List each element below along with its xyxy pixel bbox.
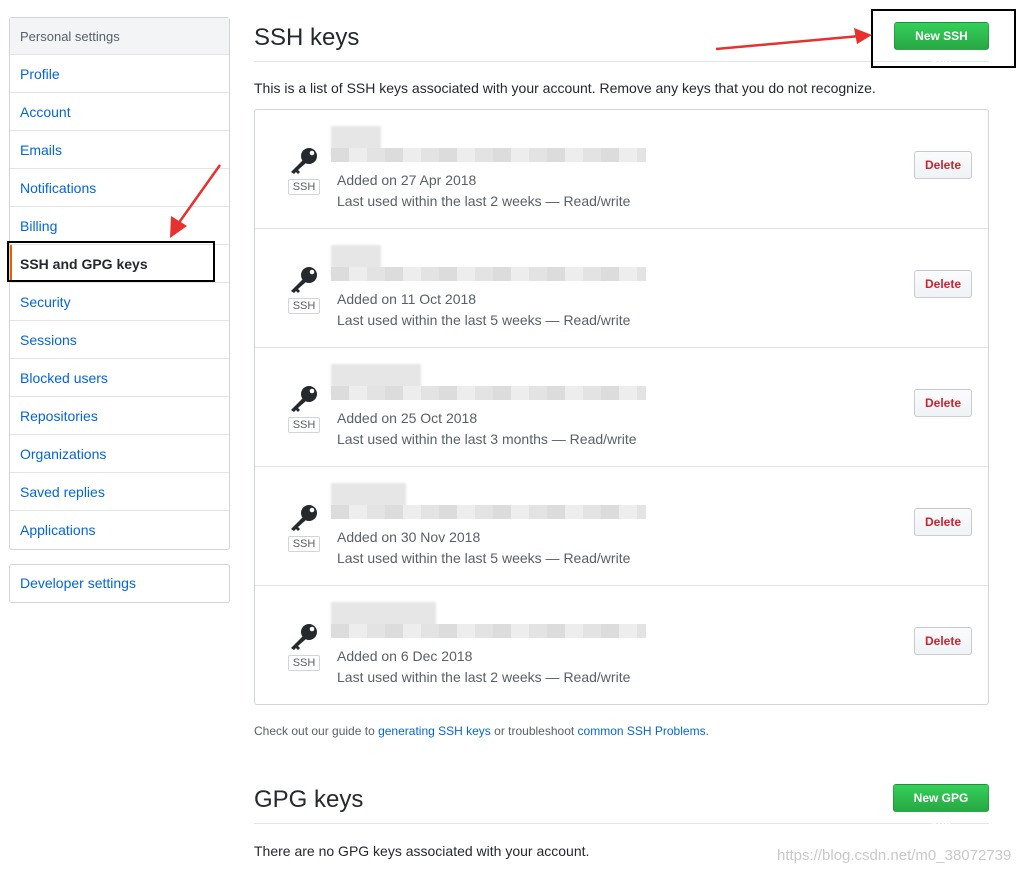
ssh-keys-title: SSH keys [254,24,360,51]
key-added-date: Added on 11 Oct 2018 [337,291,477,307]
sidebar-item-organizations[interactable]: Organizations [10,435,229,473]
ssh-key-row: SSH Added on 27 Apr 2018 Last used withi… [255,110,988,229]
key-added-date: Added on 30 Nov 2018 [337,529,481,545]
developer-settings-menu: Developer settings [9,564,230,603]
sidebar-heading: Personal settings [10,18,229,55]
key-last-used: Last used within the last 3 months — Rea… [337,431,637,447]
ssh-key-row: SSH Added on 6 Dec 2018 Last used within… [255,586,988,705]
redacted-key-fingerprint [331,245,651,289]
sidebar-item-account[interactable]: Account [10,93,229,131]
redacted-key-fingerprint [331,483,651,527]
redacted-key-fingerprint [331,364,651,408]
new-ssh-key-button[interactable]: New SSH key [894,22,989,69]
key-last-used: Last used within the last 2 weeks — Read… [337,193,631,209]
sidebar-item-notifications[interactable]: Notifications [10,169,229,207]
ssh-badge: SSH [288,298,320,314]
sidebar-item-security[interactable]: Security [10,283,229,321]
key-last-used: Last used within the last 5 weeks — Read… [337,550,631,566]
ssh-keys-header: SSH keys [254,14,989,62]
key-last-used: Last used within the last 2 weeks — Read… [337,669,631,685]
ssh-key-list: SSH Added on 27 Apr 2018 Last used withi… [254,109,989,705]
delete-key-button[interactable]: Delete [914,627,972,655]
ssh-keys-intro: This is a list of SSH keys associated wi… [254,80,876,96]
sidebar-item-repositories[interactable]: Repositories [10,397,229,435]
sidebar-item-profile[interactable]: Profile [10,55,229,93]
gpg-keys-header: GPG keys [254,776,989,824]
generating-ssh-keys-link[interactable]: generating SSH keys [378,724,491,738]
key-last-used: Last used within the last 5 weeks — Read… [337,312,631,328]
redacted-key-fingerprint [331,126,651,170]
sidebar-item-emails[interactable]: Emails [10,131,229,169]
delete-key-button[interactable]: Delete [914,508,972,536]
ssh-help-text: Check out our guide to generating SSH ke… [254,724,709,738]
sidebar-item-blocked-users[interactable]: Blocked users [10,359,229,397]
ssh-key-row: SSH Added on 11 Oct 2018 Last used withi… [255,229,988,348]
help-suffix: . [705,724,709,738]
help-prefix: Check out our guide to [254,724,379,738]
sidebar-item-developer-settings[interactable]: Developer settings [10,565,229,602]
key-added-date: Added on 25 Oct 2018 [337,410,478,426]
ssh-badge: SSH [288,536,320,552]
settings-sidebar: Personal settings Profile Account Emails… [9,17,230,550]
sidebar-item-ssh-gpg-keys[interactable]: SSH and GPG keys [10,245,229,283]
key-added-date: Added on 27 Apr 2018 [337,172,477,188]
gpg-keys-title: GPG keys [254,786,364,813]
delete-key-button[interactable]: Delete [914,270,972,298]
sidebar-item-applications[interactable]: Applications [10,511,229,549]
ssh-key-row: SSH Added on 30 Nov 2018 Last used withi… [255,467,988,586]
ssh-badge: SSH [288,655,320,671]
help-middle: or troubleshoot [490,724,578,738]
gpg-empty-message: There are no GPG keys associated with yo… [254,843,590,859]
ssh-badge: SSH [288,417,320,433]
ssh-key-row: SSH Added on 25 Oct 2018 Last used withi… [255,348,988,467]
key-icon [291,624,317,650]
key-icon [291,386,317,412]
delete-key-button[interactable]: Delete [914,389,972,417]
ssh-badge: SSH [288,179,320,195]
key-added-date: Added on 6 Dec 2018 [337,648,473,664]
sidebar-item-billing[interactable]: Billing [10,207,229,245]
watermark: https://blog.csdn.net/m0_38072739 [777,847,1012,864]
new-gpg-key-button[interactable]: New GPG key [893,784,989,831]
delete-key-button[interactable]: Delete [914,151,972,179]
key-icon [291,267,317,293]
key-icon [291,505,317,531]
key-icon [291,148,317,174]
common-ssh-problems-link[interactable]: common SSH Problems [578,724,706,738]
sidebar-item-saved-replies[interactable]: Saved replies [10,473,229,511]
sidebar-item-sessions[interactable]: Sessions [10,321,229,359]
redacted-key-fingerprint [331,602,651,646]
